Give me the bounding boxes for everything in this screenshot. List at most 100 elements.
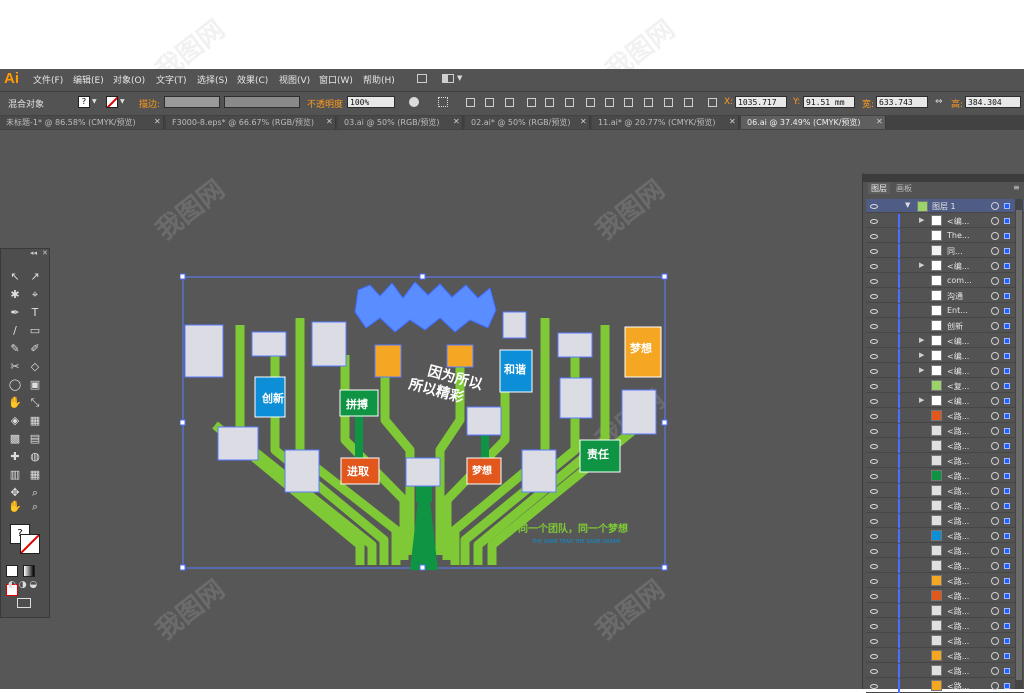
visibility-eye-icon[interactable] <box>870 549 878 554</box>
mesh-tool-icon[interactable]: ▩ <box>8 432 22 445</box>
document-tab[interactable]: 03.ai @ 50% (RGB/预览) <box>338 116 463 129</box>
document-tab[interactable]: 02.ai* @ 50% (RGB/预览) <box>465 116 590 129</box>
layer-row[interactable] <box>866 679 1024 693</box>
symbol-sprayer-icon[interactable]: ▥ <box>8 468 22 481</box>
visibility-eye-icon[interactable] <box>870 279 878 284</box>
target-circle-icon[interactable] <box>991 592 999 600</box>
selection-indicator[interactable] <box>1004 233 1010 239</box>
visibility-eye-icon[interactable] <box>870 519 878 524</box>
warp-tool-icon[interactable]: ✋ <box>8 396 22 409</box>
layer-row[interactable] <box>866 424 1024 438</box>
layer-row[interactable] <box>866 274 1024 288</box>
target-circle-icon[interactable] <box>991 667 999 675</box>
visibility-eye-icon[interactable] <box>870 399 878 404</box>
screen-mode-icon[interactable] <box>17 598 31 608</box>
layer-name[interactable]: 同... <box>947 246 963 257</box>
visibility-eye-icon[interactable] <box>870 339 878 344</box>
layer-row[interactable] <box>866 559 1024 573</box>
layer-row[interactable] <box>866 529 1024 543</box>
menu-item[interactable]: 文字(T) <box>156 73 187 86</box>
visibility-eye-icon[interactable] <box>870 414 878 419</box>
zoom-tool-icon[interactable]: ⌕ <box>28 500 42 513</box>
x-field[interactable]: 1035.717 <box>735 96 787 108</box>
gradient-tool-icon[interactable]: ▤ <box>28 432 42 445</box>
target-circle-icon[interactable] <box>991 562 999 570</box>
selection-indicator[interactable] <box>1004 398 1010 404</box>
selection-indicator[interactable] <box>1004 503 1010 509</box>
selection-indicator[interactable] <box>1004 473 1010 479</box>
align-icon[interactable] <box>485 98 494 107</box>
visibility-eye-icon[interactable] <box>870 564 878 569</box>
visibility-eye-icon[interactable] <box>870 294 878 299</box>
layer-name[interactable]: <路... <box>947 471 969 482</box>
selection-indicator[interactable] <box>1004 683 1010 689</box>
visibility-eye-icon[interactable] <box>870 429 878 434</box>
target-circle-icon[interactable] <box>991 232 999 240</box>
layer-name[interactable]: <路... <box>947 516 969 527</box>
selection-indicator[interactable] <box>1004 518 1010 524</box>
document-tab[interactable]: 11.ai* @ 20.77% (CMYK/预览) <box>592 116 739 129</box>
expand-triangle-icon[interactable]: ▶ <box>919 216 924 224</box>
align-icon[interactable] <box>586 98 595 107</box>
width-field[interactable]: 633.743 <box>876 96 928 108</box>
selection-tool-icon[interactable]: ↖ <box>8 270 22 283</box>
selection-indicator[interactable] <box>1004 623 1010 629</box>
expand-triangle-icon[interactable]: ▶ <box>919 396 924 404</box>
target-circle-icon[interactable] <box>991 412 999 420</box>
close-icon[interactable]: ✕ <box>326 117 333 126</box>
link-icon[interactable]: ⇔ <box>935 97 943 107</box>
shape-builder-icon[interactable]: ◈ <box>8 414 22 427</box>
menu-item[interactable]: 选择(S) <box>197 73 228 86</box>
opacity-field[interactable]: 100% <box>347 96 395 108</box>
target-circle-icon[interactable] <box>991 217 999 225</box>
align-to-icon[interactable] <box>438 97 448 107</box>
artwork[interactable]: 创新 拼搏 进取 和谐 梦想 责任 梦想 因为所以 所以精彩 同一个团队，同一个… <box>180 268 670 573</box>
menu-item[interactable]: 帮助(H) <box>363 73 395 86</box>
layer-name[interactable]: <编... <box>947 396 969 407</box>
layer-row[interactable] <box>866 379 1024 393</box>
close-icon[interactable]: ✕ <box>580 117 587 126</box>
selection-indicator[interactable] <box>1004 548 1010 554</box>
target-circle-icon[interactable] <box>991 322 999 330</box>
chevron-down-icon[interactable]: ▼ <box>92 98 97 105</box>
target-circle-icon[interactable] <box>991 352 999 360</box>
layer-row[interactable] <box>866 649 1024 663</box>
layer-row[interactable] <box>866 319 1024 333</box>
selection-indicator[interactable] <box>1004 668 1010 674</box>
layer-name[interactable]: com... <box>947 276 972 285</box>
layer-row[interactable] <box>866 349 1024 363</box>
selection-indicator[interactable] <box>1004 278 1010 284</box>
layers-scroll-thumb[interactable] <box>1016 210 1022 680</box>
visibility-eye-icon[interactable] <box>870 264 878 269</box>
layer-row[interactable] <box>866 439 1024 453</box>
chevron-down-icon[interactable]: ▼ <box>120 98 125 105</box>
layer-row[interactable] <box>866 259 1024 273</box>
layer-row[interactable] <box>866 394 1024 408</box>
target-circle-icon[interactable] <box>991 277 999 285</box>
draw-mode-icon[interactable]: ◐ ◑ ◒ <box>8 580 38 590</box>
layer-row[interactable] <box>866 409 1024 423</box>
layer-row[interactable] <box>866 499 1024 513</box>
selection-indicator[interactable] <box>1004 638 1010 644</box>
visibility-eye-icon[interactable] <box>870 474 878 479</box>
layer-name[interactable]: <复... <box>947 381 969 392</box>
arrange-documents-icon[interactable] <box>442 74 454 83</box>
layer-name[interactable]: <路... <box>947 426 969 437</box>
selection-indicator[interactable] <box>1004 533 1010 539</box>
paintbrush-icon[interactable]: ✎ <box>8 342 22 355</box>
target-circle-icon[interactable] <box>991 247 999 255</box>
layer-row[interactable] <box>866 334 1024 348</box>
target-circle-icon[interactable] <box>991 517 999 525</box>
target-circle-icon[interactable] <box>991 622 999 630</box>
y-field[interactable]: 91.51 mm <box>803 96 855 108</box>
target-circle-icon[interactable] <box>991 262 999 270</box>
layer-name[interactable]: <编... <box>947 351 969 362</box>
selection-indicator[interactable] <box>1004 293 1010 299</box>
layer-name[interactable]: <编... <box>947 261 969 272</box>
selection-indicator[interactable] <box>1004 608 1010 614</box>
selection-indicator[interactable] <box>1004 338 1010 344</box>
selection-indicator[interactable] <box>1004 653 1010 659</box>
target-circle-icon[interactable] <box>991 502 999 510</box>
expand-triangle-icon[interactable]: ▶ <box>919 351 924 359</box>
selection-indicator[interactable] <box>1004 353 1010 359</box>
